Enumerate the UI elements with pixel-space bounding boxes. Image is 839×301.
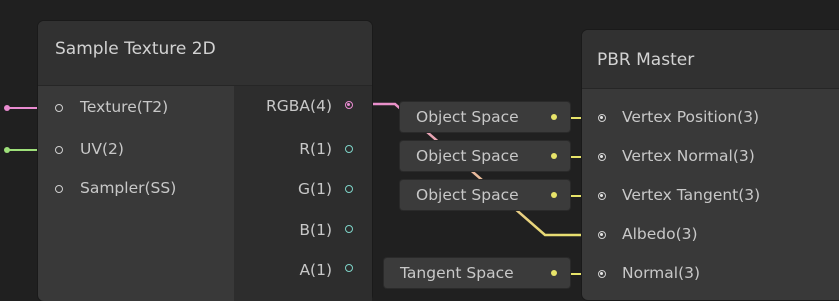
vertex-tangent-input-port[interactable] xyxy=(598,192,606,200)
rgba-output-port[interactable] xyxy=(345,101,353,109)
vertex-tangent-space-label: Object Space xyxy=(416,186,519,204)
vertex-normal-label: Vertex Normal(3) xyxy=(622,147,755,165)
sampler-input-port[interactable] xyxy=(55,185,63,193)
a-output-port[interactable] xyxy=(345,264,353,272)
sampler-input-label: Sampler(SS) xyxy=(80,179,177,197)
pbr-master-title: PBR Master xyxy=(597,50,695,70)
texture-source-dot xyxy=(4,105,10,111)
g-output-port[interactable] xyxy=(345,185,353,193)
vertex-normal-input-port[interactable] xyxy=(598,153,606,161)
sample-texture-2d-node[interactable]: Sample Texture 2D xyxy=(38,21,372,301)
albedo-input-port[interactable] xyxy=(598,231,606,239)
vertex-position-space-label: Object Space xyxy=(416,108,519,126)
b-output-label: B(1) xyxy=(299,221,332,239)
texture-input-label: Texture(T2) xyxy=(80,98,169,116)
vertex-position-input-port[interactable] xyxy=(598,114,606,122)
vertex-tangent-label: Vertex Tangent(3) xyxy=(622,186,761,204)
vertex-position-label: Vertex Position(3) xyxy=(622,108,760,126)
normal-label: Normal(3) xyxy=(622,264,701,282)
rgba-output-label: RGBA(4) xyxy=(266,97,332,115)
vertex-normal-space-field[interactable]: Object Space xyxy=(400,141,570,171)
uv-source-dot xyxy=(4,147,10,153)
texture-input-port[interactable] xyxy=(55,104,63,112)
b-output-port[interactable] xyxy=(345,225,353,233)
normal-input-port[interactable] xyxy=(598,270,606,278)
vertex-position-field-dot xyxy=(551,114,557,120)
uv-input-port[interactable] xyxy=(55,146,63,154)
vertex-tangent-field-dot xyxy=(551,192,557,198)
normal-space-field[interactable]: Tangent Space xyxy=(384,258,570,288)
uv-input-label: UV(2) xyxy=(80,140,124,158)
sample-texture-title: Sample Texture 2D xyxy=(55,39,216,59)
vertex-position-space-field[interactable]: Object Space xyxy=(400,102,570,132)
vertex-tangent-space-field[interactable]: Object Space xyxy=(400,180,570,210)
vertex-normal-field-dot xyxy=(551,153,557,159)
g-output-label: G(1) xyxy=(298,180,332,198)
albedo-label: Albedo(3) xyxy=(622,225,698,243)
pbr-master-node[interactable]: PBR Master xyxy=(582,30,839,300)
normal-space-label: Tangent Space xyxy=(400,264,514,282)
r-output-label: R(1) xyxy=(299,140,332,158)
normal-field-dot xyxy=(551,270,557,276)
r-output-port[interactable] xyxy=(345,145,353,153)
vertex-normal-space-label: Object Space xyxy=(416,147,519,165)
a-output-label: A(1) xyxy=(299,261,332,279)
